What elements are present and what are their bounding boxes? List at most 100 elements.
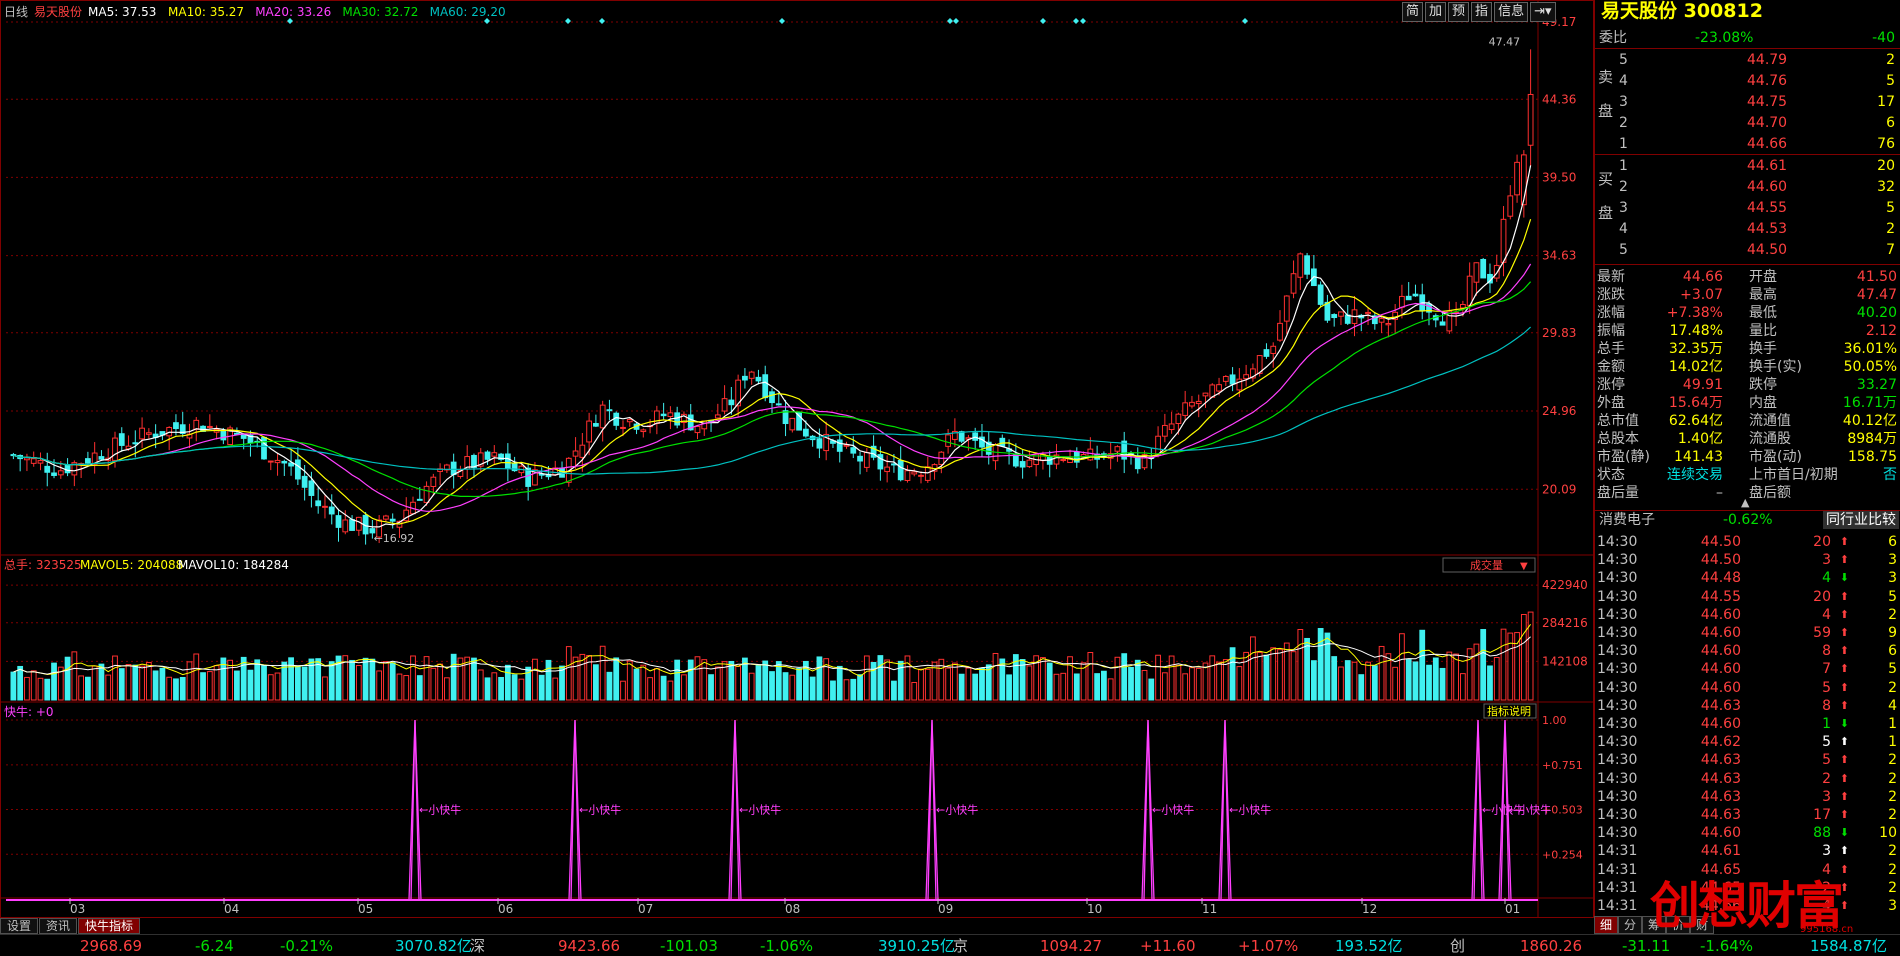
candle-body — [301, 475, 308, 488]
tick-count: 2 — [1888, 770, 1897, 787]
candle-body — [322, 505, 328, 508]
candle-body — [274, 459, 281, 464]
compare-sector-button[interactable]: 同行业比较 — [1823, 511, 1899, 529]
status-item: -1.64% — [1700, 937, 1754, 955]
bottom-tab-2[interactable]: 快牛指标 — [78, 918, 141, 934]
kline-chart-svg[interactable]: 日线 易天股份 MA5: 37.53 MA10: 35.27 MA20: 33.26 MA… — [0, 0, 1594, 918]
chevron-down-icon[interactable]: ▼ — [1520, 561, 1528, 572]
status-item: +11.60 — [1140, 937, 1196, 955]
sell-level: 2 — [1619, 115, 1628, 131]
candle-body — [1317, 284, 1324, 305]
candle-body — [423, 485, 430, 504]
stat-row: 最新 44.66 开盘 41.50 — [1595, 268, 1900, 286]
indicator-name-label: 快牛: +0 — [4, 704, 54, 719]
kline-chart-area[interactable]: 日线 易天股份 MA5: 37.53 MA10: 35.27 MA20: 33.26 MA… — [0, 0, 1594, 920]
candle-body — [281, 460, 288, 464]
volume-bar — [355, 664, 362, 701]
candle-body — [118, 433, 125, 446]
volume-bar — [1514, 632, 1520, 701]
volume-bar — [91, 665, 98, 701]
volume-bar — [112, 655, 118, 701]
tick-price: 44.60 — [1700, 661, 1741, 678]
weibi-row: 委比 -23.08% -40 — [1595, 29, 1900, 47]
quote-tab-0[interactable]: 细 — [1594, 916, 1619, 934]
candle-body — [112, 437, 118, 461]
volume-bar — [471, 657, 477, 701]
candle-body — [640, 429, 647, 433]
volume-bar — [24, 676, 30, 701]
candle-body — [24, 457, 30, 461]
candle-body — [762, 374, 769, 399]
candle-body — [85, 458, 91, 464]
sell-level-row: 2 44.70 6 — [1595, 114, 1900, 132]
candle-body — [30, 458, 37, 464]
tick-row: 14:30 44.50 3 ⬆ 3 — [1595, 551, 1900, 569]
volume-bar — [1195, 667, 1202, 701]
candle-body — [1087, 448, 1094, 461]
tick-direction-icon: ⬆ — [1839, 662, 1849, 676]
buy-level-row: 3 44.55 5 — [1595, 199, 1900, 217]
sector-name: 消费电子 — [1599, 512, 1655, 528]
tick-time: 14:30 — [1597, 552, 1638, 569]
toolbar-button-4[interactable]: 信息 — [1494, 2, 1529, 22]
tick-price: 44.60 — [1700, 716, 1741, 732]
stat-label: 换手 — [1749, 341, 1777, 357]
candle-body — [139, 427, 145, 440]
candle-body — [1161, 424, 1168, 437]
volume-bar — [1371, 665, 1378, 701]
candle-body — [416, 498, 423, 501]
volume-bar — [152, 670, 159, 701]
tick-direction-icon: ⬆ — [1839, 753, 1849, 767]
collapse-caret-icon[interactable]: ▲ — [1741, 496, 1749, 509]
volume-bar — [1297, 629, 1304, 701]
tick-direction-icon: ⬆ — [1839, 535, 1849, 548]
volume-bar — [1493, 656, 1500, 701]
tick-time: 14:30 — [1597, 643, 1638, 660]
volume-bar — [416, 675, 423, 701]
tick-volume: 7 — [1822, 661, 1831, 678]
stat-value: 50.05% — [1843, 359, 1897, 375]
indicator-help-label[interactable]: 指标说明 — [1487, 704, 1531, 718]
tick-volume: 4 — [1822, 606, 1831, 623]
volume-bar — [1263, 654, 1270, 701]
stat-label: 金额 — [1597, 359, 1625, 375]
tick-volume: 88 — [1813, 825, 1831, 842]
volume-bar — [1344, 660, 1351, 701]
stat-row: 状态 连续交易 上市首日/初期 否 — [1595, 466, 1900, 484]
candle-body — [173, 422, 179, 430]
volume-bar — [139, 665, 145, 701]
toolbar-button-1[interactable]: 加 — [1425, 2, 1447, 22]
volume-bar — [64, 656, 71, 701]
volume-bar — [1392, 666, 1399, 701]
candle-body — [57, 470, 64, 476]
bottom-tab-0[interactable]: 设置 — [0, 918, 39, 934]
toolbar-button-2[interactable]: 预 — [1448, 2, 1470, 22]
candle-body — [748, 371, 755, 379]
toolbar-button-3[interactable]: 指 — [1471, 2, 1493, 22]
stat-value: 41.50 — [1856, 269, 1897, 285]
volume-bar — [477, 669, 484, 701]
expand-icon[interactable]: ⇥▾ — [1530, 2, 1556, 22]
price-axis-label: 29.83 — [1542, 326, 1576, 340]
candle-body — [626, 419, 633, 423]
volume-bar — [328, 661, 335, 701]
tick-price: 44.63 — [1700, 788, 1741, 805]
stat-value: 40.12亿 — [1842, 413, 1897, 429]
quote-tab-1[interactable]: 分 — [1618, 916, 1643, 934]
tick-count: 3 — [1888, 570, 1897, 587]
tick-row: 14:30 44.60 8 ⬆ 6 — [1595, 642, 1900, 660]
stat-label: 流通值 — [1749, 413, 1791, 429]
volume-bar — [410, 655, 416, 701]
volume-selector-label[interactable]: 成交量 — [1470, 558, 1503, 572]
tick-time: 14:30 — [1597, 716, 1638, 732]
status-item: -1.06% — [760, 937, 814, 955]
toolbar-button-0[interactable]: 简 — [1402, 2, 1424, 22]
volume-bar — [301, 666, 308, 701]
volume-bar — [443, 677, 450, 701]
month-label: 11 — [1202, 902, 1217, 916]
candle-body — [193, 419, 200, 430]
bottom-tab-1[interactable]: 资讯 — [39, 918, 78, 934]
candle-body — [355, 516, 362, 531]
volume-bar — [775, 661, 782, 701]
stat-value: +3.07 — [1680, 287, 1723, 303]
